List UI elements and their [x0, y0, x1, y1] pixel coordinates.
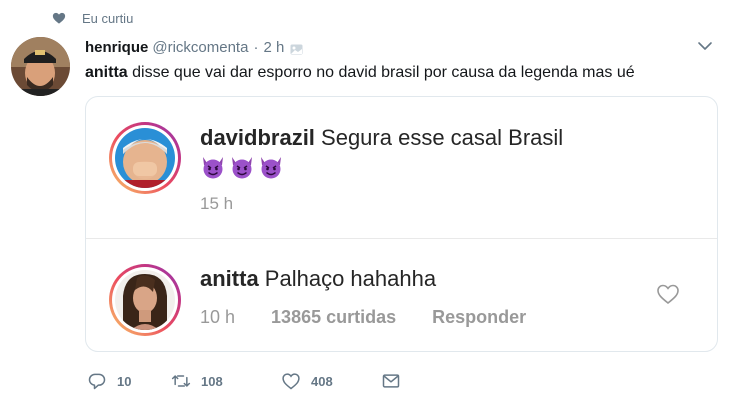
commenter-avatar-anitta [109, 264, 181, 336]
smiling-imp-emoji [258, 155, 284, 179]
like-count: 408 [311, 373, 333, 389]
like-button[interactable]: 408 [281, 371, 381, 391]
social-context-label: Eu curtiu [82, 10, 134, 26]
heart-icon [52, 12, 66, 24]
comment-anitta: anitta Palhaço hahahha [200, 265, 436, 293]
direct-message-button[interactable] [381, 371, 401, 391]
tweet-time[interactable]: 2 h [263, 39, 284, 56]
heart-outline-icon [657, 284, 679, 305]
comment-username-anitta: anitta [200, 266, 259, 291]
comment-david: davidbrazil Segura esse casal Brasil [200, 124, 563, 152]
separator-dot: · [253, 38, 259, 56]
author-name[interactable]: henrique [85, 39, 148, 56]
reply-count: 10 [117, 373, 132, 389]
tweet-text: anitta disse que vai dar esporro no davi… [85, 62, 635, 84]
envelope-icon [382, 374, 400, 388]
retweet-button[interactable]: 108 [171, 371, 281, 391]
chevron-down-icon[interactable] [697, 40, 713, 52]
retweet-icon [171, 375, 191, 387]
heart-outline-icon [282, 373, 300, 390]
retweet-count: 108 [201, 373, 223, 389]
comment-text-david: Segura esse casal Brasil [314, 125, 564, 150]
comment-meta: 10 h 13865 curtidas Responder [200, 307, 526, 328]
social-context: Eu curtiu [52, 8, 133, 28]
comment-time-anitta: 10 h [200, 307, 236, 327]
mention-bold: anitta [85, 64, 128, 81]
comment-time-david: 15 h [200, 194, 234, 213]
smiling-imp-emoji [200, 155, 226, 179]
tweet-text-body: disse que vai dar esporro no david brasi… [127, 64, 635, 81]
reply-button[interactable]: 10 [87, 371, 171, 391]
author-avatar[interactable] [11, 37, 70, 96]
reply-icon [88, 373, 106, 390]
emoji-row [200, 155, 287, 179]
tweet-actions: 10 108 408 [87, 370, 401, 392]
comment-divider [86, 238, 717, 239]
comment-username-david: davidbrazil [200, 125, 315, 150]
commenter-avatar-david [109, 122, 181, 194]
embedded-image[interactable]: davidbrazil Segura esse casal Brasil 15 … [85, 96, 718, 352]
image-icon [290, 42, 303, 54]
comment-reply: Responder [432, 307, 527, 327]
author-handle[interactable]: @rickcomenta [152, 39, 248, 56]
comment-likes: 13865 curtidas [271, 307, 397, 327]
tweet-header: henrique @rickcomenta · 2 h [85, 37, 303, 57]
comment-text-anitta: Palhaço hahahha [258, 266, 437, 291]
smiling-imp-emoji [229, 155, 255, 179]
